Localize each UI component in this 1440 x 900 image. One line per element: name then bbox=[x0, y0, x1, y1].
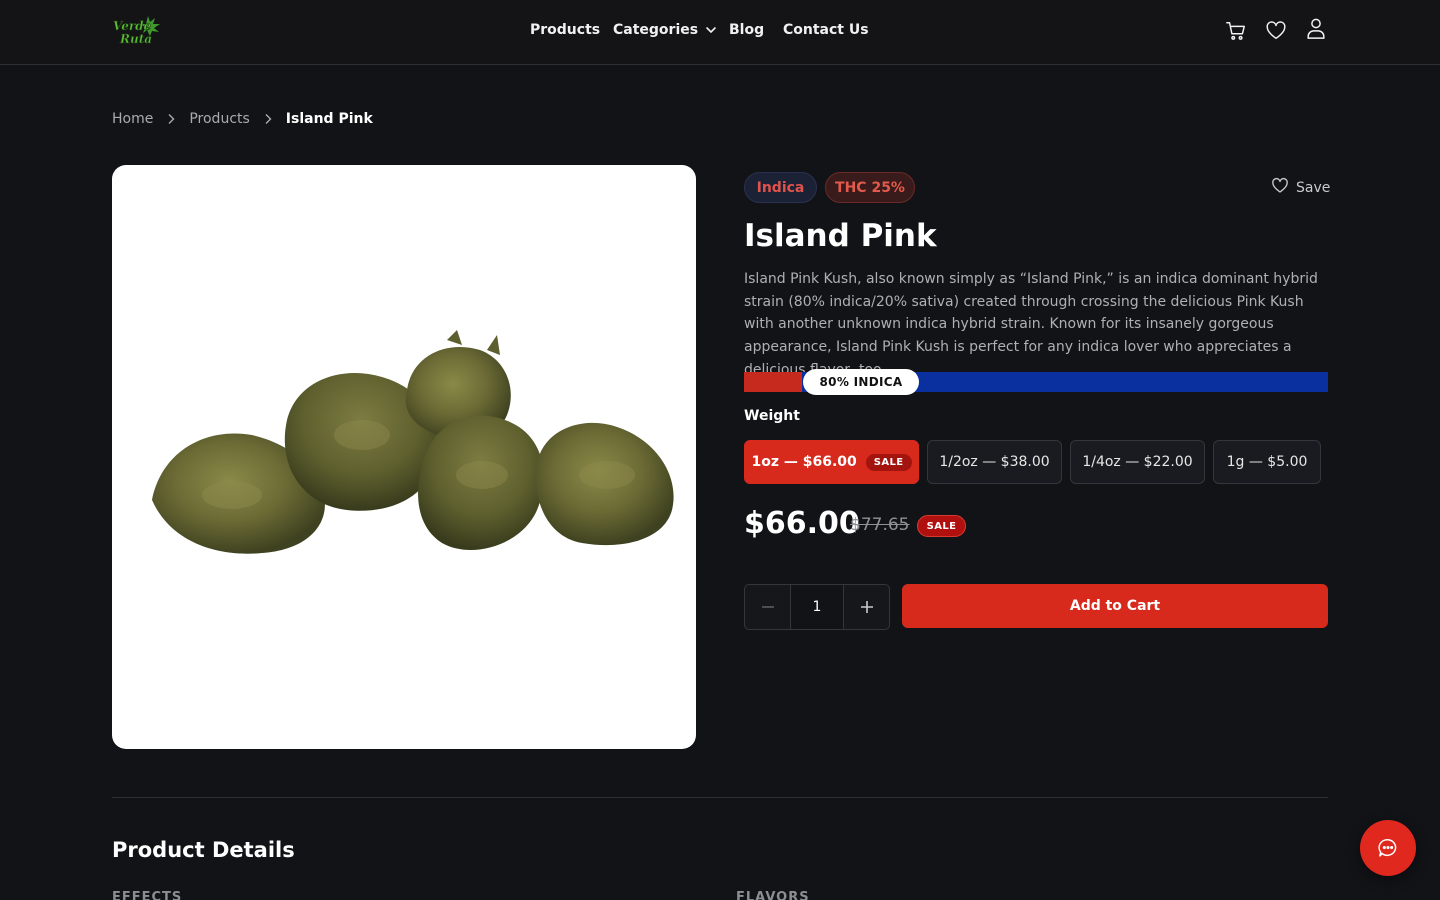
thc-badge: THC 25% bbox=[825, 172, 915, 203]
section-divider bbox=[112, 797, 1328, 798]
add-to-cart-button[interactable]: Add to Cart bbox=[902, 584, 1328, 628]
decrease-quantity-button[interactable] bbox=[745, 585, 790, 629]
weight-option-label: 1g — $5.00 bbox=[1226, 454, 1308, 470]
save-button[interactable]: Save bbox=[1271, 177, 1330, 199]
chevron-down-icon bbox=[705, 24, 717, 36]
indica-fill bbox=[744, 372, 803, 392]
weight-option-label: 1/4oz — $22.00 bbox=[1082, 454, 1193, 470]
product-image bbox=[112, 165, 696, 749]
ratio-label: 80% INDICA bbox=[803, 369, 919, 395]
logo-leaf-icon: Verde Ruta bbox=[113, 16, 160, 46]
strain-type-badge: Indica bbox=[744, 172, 817, 203]
current-price: $66.00 bbox=[744, 506, 860, 541]
save-label: Save bbox=[1296, 180, 1331, 196]
quantity-input[interactable]: 1 bbox=[790, 585, 844, 629]
weight-option-1oz[interactable]: 1oz — $66.00 SALE bbox=[744, 440, 919, 484]
breadcrumb: Home Products Island Pink bbox=[112, 109, 373, 129]
nav-contact-us[interactable]: Contact Us bbox=[783, 22, 869, 38]
breadcrumb-home[interactable]: Home bbox=[112, 111, 153, 127]
chevron-right-icon bbox=[263, 113, 273, 125]
weight-option-label: 1/2oz — $38.00 bbox=[939, 454, 1050, 470]
heart-icon bbox=[1271, 177, 1289, 199]
user-icon[interactable] bbox=[1304, 17, 1328, 41]
nav-categories[interactable]: Categories bbox=[613, 22, 717, 38]
site-header: Verde Ruta Products Categories Blog Cont… bbox=[0, 0, 1440, 65]
chevron-right-icon bbox=[166, 113, 176, 125]
plus-icon bbox=[860, 601, 873, 613]
sale-badge: SALE bbox=[865, 453, 912, 471]
increase-quantity-button[interactable] bbox=[844, 585, 889, 629]
weight-option-quarter-oz[interactable]: 1/4oz — $22.00 bbox=[1070, 440, 1205, 484]
weight-option-label: 1oz — $66.00 bbox=[751, 454, 857, 470]
wishlist-heart-icon[interactable] bbox=[1264, 19, 1288, 43]
quantity-stepper: 1 bbox=[744, 584, 890, 630]
product-details-heading: Product Details bbox=[112, 838, 295, 862]
effects-heading: EFFECTS bbox=[112, 890, 183, 900]
minus-icon bbox=[761, 606, 774, 608]
breadcrumb-current: Island Pink bbox=[285, 111, 373, 127]
price-sale-badge: SALE bbox=[917, 515, 966, 537]
cannabis-buds-image bbox=[152, 330, 674, 554]
svg-text:Ruta: Ruta bbox=[119, 32, 152, 46]
chat-bubble-icon bbox=[1378, 839, 1397, 857]
weight-option-half-oz[interactable]: 1/2oz — $38.00 bbox=[927, 440, 1062, 484]
cart-icon[interactable] bbox=[1224, 19, 1248, 43]
nav-products[interactable]: Products bbox=[530, 22, 600, 38]
svg-text:Verde: Verde bbox=[113, 19, 152, 33]
flavors-heading: FLAVORS bbox=[736, 890, 810, 900]
weight-option-1g[interactable]: 1g — $5.00 bbox=[1213, 440, 1321, 484]
product-title: Island Pink bbox=[744, 218, 937, 254]
brand-logo[interactable]: Verde Ruta bbox=[112, 14, 162, 48]
product-description: Island Pink Kush, also known simply as “… bbox=[744, 271, 1318, 378]
nav-blog[interactable]: Blog bbox=[729, 22, 764, 38]
chat-button[interactable] bbox=[1360, 820, 1416, 876]
original-price: $77.65 bbox=[850, 515, 910, 535]
breadcrumb-products[interactable]: Products bbox=[189, 111, 249, 127]
weight-label: Weight bbox=[744, 408, 800, 424]
